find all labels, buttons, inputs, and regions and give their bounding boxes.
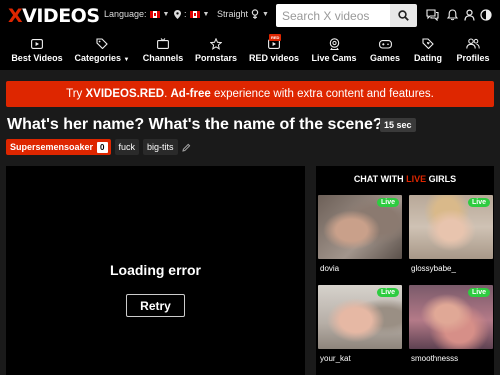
nav-live-cams[interactable]: Live Cams (311, 30, 357, 70)
theme-toggle-icon[interactable] (479, 8, 493, 22)
loading-error-text: Loading error (109, 262, 201, 278)
logo-x: X (8, 5, 23, 27)
location-label: : (184, 9, 187, 19)
canada-flag-icon (189, 10, 200, 18)
live-badge: Live (376, 198, 399, 207)
video-duration: 15 sec (380, 118, 416, 132)
nav-profiles[interactable]: Profiles (453, 30, 493, 70)
banner-brand: XVIDEOS.RED (85, 88, 165, 100)
search-bar (276, 4, 417, 27)
red-promo-banner[interactable]: Try XVIDEOS.RED. Ad-free experience with… (6, 81, 494, 107)
search-icon (398, 10, 409, 21)
nav-label: RED videos (249, 53, 300, 63)
star-icon (210, 37, 222, 50)
user-account-icon[interactable] (462, 8, 476, 22)
live-cam-card[interactable]: Live your_kat (318, 285, 402, 363)
live-cam-card[interactable]: Live smoothnesss (409, 285, 493, 363)
play-square-icon (31, 38, 43, 49)
live-badge: Live (376, 288, 399, 297)
nav-pornstars[interactable]: Pornstars (194, 30, 238, 70)
cam-model-name: glossybabe_ (411, 264, 456, 273)
cam-model-name: dovia (320, 264, 340, 273)
tag-icon (96, 38, 108, 49)
nav-games[interactable]: Games (367, 30, 403, 70)
cam-thumbnail: Live (318, 285, 402, 349)
live-panel-title: CHAT WITH LIVE GIRLS (316, 174, 494, 184)
language-label: Language: (104, 9, 147, 19)
heart-tag-icon (422, 38, 434, 49)
orientation-label: Straight (217, 9, 249, 19)
banner-text: . (164, 88, 168, 100)
chevron-down-icon: ▼ (202, 10, 210, 18)
cam-model-name: smoothnesss (411, 354, 459, 363)
orientation-selector[interactable]: Straight ▼ (217, 9, 269, 19)
tag-link[interactable]: fuck (114, 139, 140, 155)
edit-pencil-icon[interactable] (181, 143, 191, 152)
gamepad-icon (378, 39, 392, 49)
chevron-down-icon: ▼ (162, 10, 170, 18)
search-input[interactable] (276, 4, 390, 27)
nav-best-videos[interactable]: Best Videos (9, 30, 65, 70)
location-selector[interactable]: : ▼ (174, 9, 209, 19)
nav-dating[interactable]: Dating (412, 30, 444, 70)
cam-model-name: your_kat (320, 354, 351, 363)
tag-link[interactable]: big-tits (143, 139, 178, 155)
uploader-name: Supersemensoaker (10, 142, 94, 152)
video-title: What's her name? What's the name of the … (7, 116, 383, 133)
chevron-down-icon: ▼ (262, 10, 269, 18)
nav-label: Dating (414, 53, 442, 63)
nav-categories[interactable]: Categories ▼ (72, 30, 132, 70)
search-button[interactable] (390, 4, 417, 27)
tv-icon (157, 38, 169, 49)
video-player[interactable]: Loading error Retry (6, 166, 305, 375)
live-title-text: CHAT WITH (353, 174, 407, 184)
banner-bold: Ad-free (170, 88, 211, 100)
top-header: XVIDEOS Language: ▼ : ▼ Straight ▼ (0, 0, 500, 30)
nav-label: Pornstars (194, 53, 238, 63)
nav-red-videos[interactable]: RED RED videos (249, 30, 299, 70)
users-icon (466, 38, 480, 49)
uploader-count: 0 (97, 141, 108, 153)
location-pin-icon (174, 9, 181, 19)
cam-thumbnail: Live (409, 285, 493, 349)
chevron-down-icon: ▼ (123, 57, 130, 63)
live-cam-card[interactable]: Live glossybabe_ (409, 195, 493, 273)
live-title-highlight: LIVE (406, 174, 427, 184)
site-logo[interactable]: XVIDEOS (8, 5, 100, 27)
banner-text: experience with extra content and featur… (213, 88, 434, 100)
logo-text: VIDEOS (22, 5, 100, 27)
tags-row: Supersemensoaker 0 fuck big-tits (6, 139, 191, 155)
language-selector[interactable]: Language: ▼ (104, 9, 169, 19)
nav-label: Games (369, 53, 401, 63)
live-badge: Live (467, 288, 490, 297)
nav-label: Channels (142, 53, 184, 63)
nav-channels[interactable]: Channels (141, 30, 185, 70)
nav-label: Best Videos (11, 53, 63, 63)
nav-label: Categories (74, 53, 122, 63)
chat-icon[interactable] (425, 8, 439, 22)
live-title-text: GIRLS (426, 174, 457, 184)
banner-text: Try (66, 88, 83, 100)
live-cams-panel: CHAT WITH LIVE GIRLS Live dovia Live glo… (316, 166, 494, 375)
canada-flag-icon (149, 10, 160, 18)
uploader-button[interactable]: Supersemensoaker 0 (6, 139, 111, 155)
notifications-bell-icon[interactable] (445, 8, 459, 22)
retry-button[interactable]: Retry (126, 294, 185, 317)
nav-label: Live Cams (311, 53, 357, 63)
live-cam-card[interactable]: Live dovia (318, 195, 402, 273)
cam-thumbnail: Live (318, 195, 402, 259)
cam-thumbnail: Live (409, 195, 493, 259)
red-badge: RED (269, 34, 282, 41)
nav-label: Profiles (456, 53, 490, 63)
female-symbol-icon (251, 9, 259, 19)
main-nav: Best Videos Categories ▼ Channels Pornst… (0, 30, 500, 70)
cam-icon (329, 37, 339, 50)
live-badge: Live (467, 198, 490, 207)
